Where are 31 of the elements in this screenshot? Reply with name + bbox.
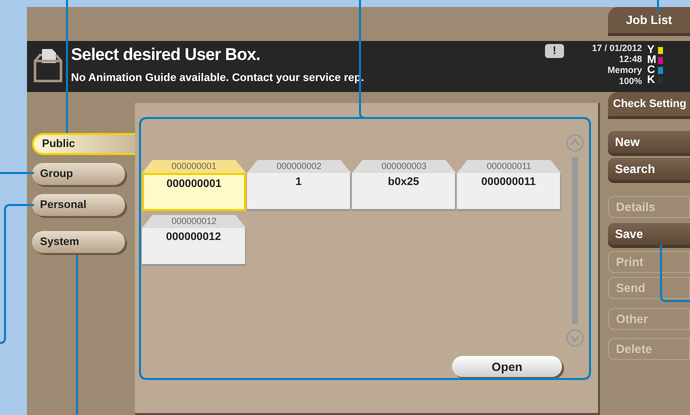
action-button: Other: [608, 308, 690, 330]
toner-label: C: [647, 65, 656, 75]
check-setting-button[interactable]: Check Setting: [608, 92, 690, 116]
action-button: Print: [608, 251, 690, 273]
open-button[interactable]: Open: [452, 356, 562, 377]
job-list-button[interactable]: Job List: [608, 7, 690, 33]
time-text: 12:48: [619, 54, 642, 65]
memory-label: Memory: [608, 65, 642, 76]
action-button: Send: [608, 277, 690, 299]
alert-icon: !: [545, 44, 564, 58]
date-text: 17 / 01/2012: [592, 43, 642, 54]
action-button[interactable]: Save: [608, 223, 690, 245]
category-tab[interactable]: Group: [32, 163, 125, 185]
screen-title: Select desired User Box.: [71, 44, 262, 66]
toner-label: M: [647, 55, 656, 65]
leader-line: [0, 172, 34, 174]
category-tab[interactable]: Public: [32, 133, 135, 155]
leader-line: [657, 0, 659, 12]
action-button: Delete: [608, 338, 690, 360]
action-button[interactable]: New: [608, 131, 690, 153]
toner-label: Y: [647, 45, 654, 55]
user-box-icon: [33, 47, 63, 83]
action-button: Details: [608, 196, 690, 218]
leader-line: [660, 245, 690, 302]
scroll-up-icon: [566, 134, 584, 152]
scroll-down-icon: [566, 329, 584, 347]
action-button[interactable]: Search: [608, 158, 690, 180]
category-tab[interactable]: System: [32, 231, 125, 253]
toner-label: K: [647, 75, 656, 85]
memory-value: 100%: [619, 76, 642, 87]
category-tab[interactable]: Personal: [32, 194, 125, 216]
